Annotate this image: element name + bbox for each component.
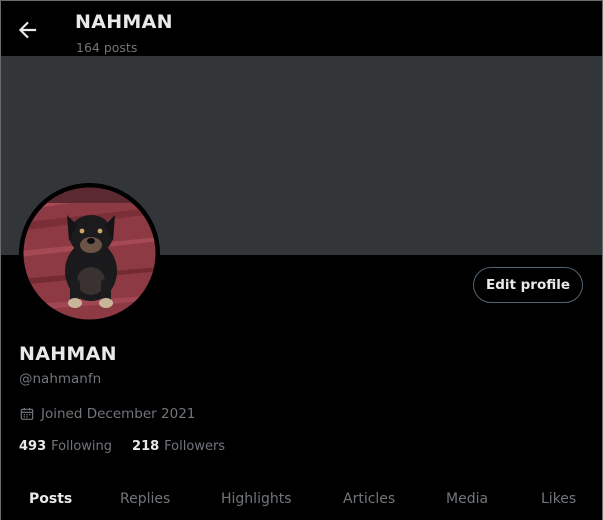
tab-articles[interactable]: Articles — [343, 491, 395, 507]
header-title: NAHMAN — [75, 11, 173, 33]
following-count: 493 — [19, 439, 47, 454]
join-date-text: Joined December 2021 — [41, 406, 196, 422]
join-date: Joined December 2021 — [19, 405, 195, 423]
followers-link[interactable]: 218 Followers — [132, 439, 225, 454]
arrow-left-icon — [15, 17, 41, 43]
followers-label: Followers — [164, 439, 226, 454]
tab-highlights[interactable]: Highlights — [221, 491, 292, 507]
following-label: Following — [51, 439, 113, 454]
tab-replies[interactable]: Replies — [120, 491, 170, 507]
tab-likes[interactable]: Likes — [541, 491, 576, 507]
profile-tabs: Posts Replies Highlights Articles Media … — [1, 479, 602, 520]
display-name: NAHMAN — [19, 343, 117, 365]
profile-page: NAHMAN 164 posts Edit profile NAHMAN @na… — [0, 0, 603, 520]
following-link[interactable]: 493 Following — [19, 439, 112, 454]
calendar-icon — [19, 406, 35, 422]
tab-posts[interactable]: Posts — [29, 491, 72, 507]
tab-media[interactable]: Media — [446, 491, 488, 507]
profile-header: NAHMAN 164 posts — [1, 1, 602, 56]
back-button[interactable] — [15, 17, 41, 43]
follow-stats: 493 Following 218 Followers — [19, 439, 245, 454]
user-handle: @nahmanfn — [19, 371, 102, 387]
post-count: 164 posts — [76, 40, 138, 55]
avatar[interactable] — [19, 183, 160, 324]
followers-count: 218 — [132, 439, 160, 454]
edit-profile-button[interactable]: Edit profile — [473, 267, 583, 303]
